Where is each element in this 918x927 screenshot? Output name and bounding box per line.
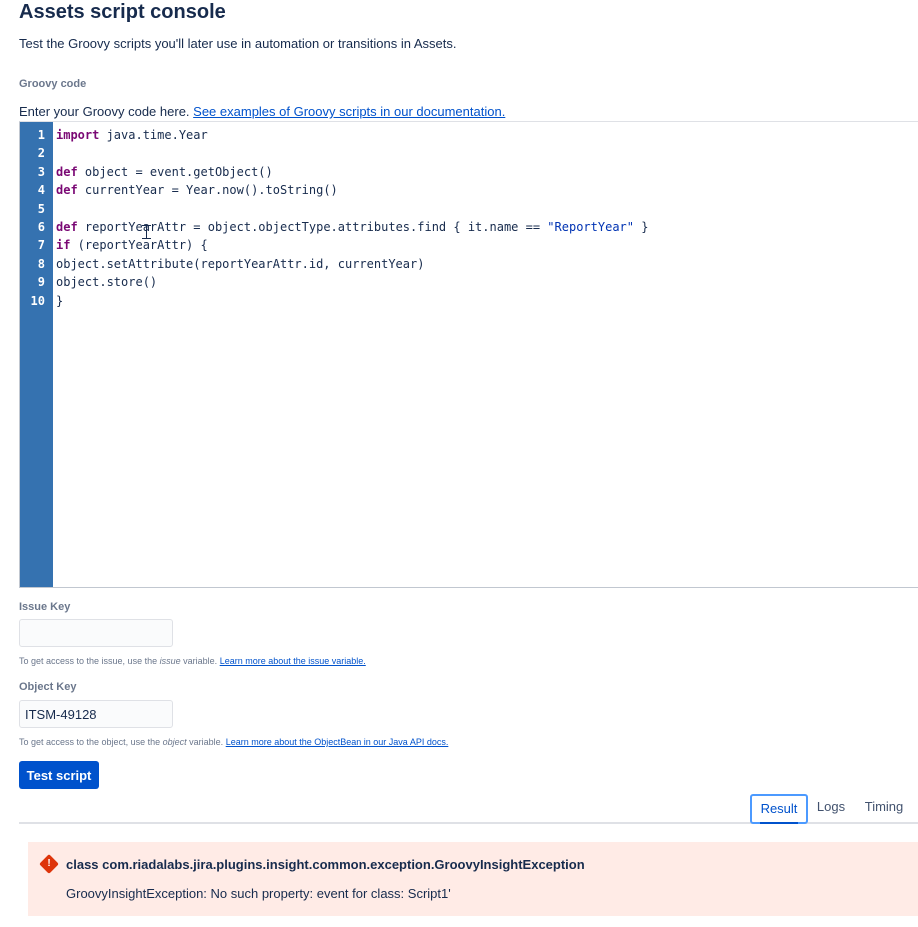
- issue-key-hint: To get access to the issue, use the issu…: [19, 656, 366, 666]
- line-number: 9: [37, 275, 45, 289]
- groovy-code-help-text: Enter your Groovy code here.: [19, 104, 190, 119]
- code-line: def object = event.getObject(): [56, 165, 273, 179]
- line-number: 10: [30, 294, 45, 308]
- objectbean-docs-link[interactable]: Learn more about the ObjectBean in our J…: [226, 737, 449, 747]
- issue-hint-prefix: To get access to the issue, use the: [19, 656, 158, 666]
- groovy-code-help: Enter your Groovy code here. See example…: [19, 104, 505, 119]
- issue-variable-link[interactable]: Learn more about the issue variable.: [220, 656, 366, 666]
- groovy-docs-link[interactable]: See examples of Groovy scripts in our do…: [193, 104, 505, 119]
- code-line: }: [56, 294, 64, 308]
- active-tab-indicator: [760, 822, 798, 824]
- code-editor[interactable]: 1 2 3 4 5 6 7 8 9 10 import java.time.Ye…: [19, 121, 918, 588]
- line-number: 2: [37, 146, 45, 160]
- code-line: if (reportYearAttr) {: [56, 238, 208, 252]
- tab-logs[interactable]: Logs: [812, 794, 850, 824]
- code-line: object.store(): [56, 275, 158, 289]
- issue-key-label: Issue Key: [19, 601, 71, 613]
- line-number-gutter: 1 2 3 4 5 6 7 8 9 10: [20, 122, 53, 587]
- error-icon: !: [39, 854, 59, 874]
- issue-hint-suffix: variable.: [183, 656, 218, 666]
- line-number: 1: [37, 128, 45, 142]
- code-line: def currentYear = Year.now().toString(): [56, 183, 338, 197]
- text-cursor-icon: [142, 225, 154, 239]
- issue-key-input[interactable]: [19, 619, 173, 647]
- line-number: 3: [37, 165, 45, 179]
- line-number: 4: [37, 183, 45, 197]
- error-title: class com.riadalabs.jira.plugins.insight…: [66, 857, 585, 872]
- tab-timing[interactable]: Timing: [858, 794, 910, 824]
- tab-result-label: Result: [760, 801, 798, 816]
- code-line: def reportYearAttr = object.objectType.a…: [56, 220, 649, 234]
- page-title: Assets script console: [19, 1, 226, 23]
- error-message: GroovyInsightException: No such property…: [66, 886, 451, 901]
- code-line: import java.time.Year: [56, 128, 208, 142]
- page-subtitle: Test the Groovy scripts you'll later use…: [19, 36, 457, 51]
- line-number: 6: [37, 220, 45, 234]
- error-message-panel: ! class com.riadalabs.jira.plugins.insig…: [28, 842, 918, 916]
- issue-hint-variable: issue: [159, 656, 181, 666]
- code-line: object.setAttribute(reportYearAttr.id, c…: [56, 257, 425, 271]
- groovy-code-label: Groovy code: [19, 78, 87, 90]
- object-hint-variable: object: [162, 737, 187, 747]
- line-number: 7: [37, 238, 45, 252]
- object-key-hint: To get access to the object, use the obj…: [19, 737, 448, 747]
- line-number: 5: [37, 202, 45, 216]
- test-script-button[interactable]: Test script: [19, 761, 99, 789]
- object-hint-prefix: To get access to the object, use the: [19, 737, 161, 747]
- object-key-input[interactable]: [19, 700, 173, 728]
- object-key-label: Object Key: [19, 681, 77, 693]
- tab-result[interactable]: Result: [750, 794, 808, 824]
- line-number: 8: [37, 257, 45, 271]
- object-hint-suffix: variable.: [189, 737, 224, 747]
